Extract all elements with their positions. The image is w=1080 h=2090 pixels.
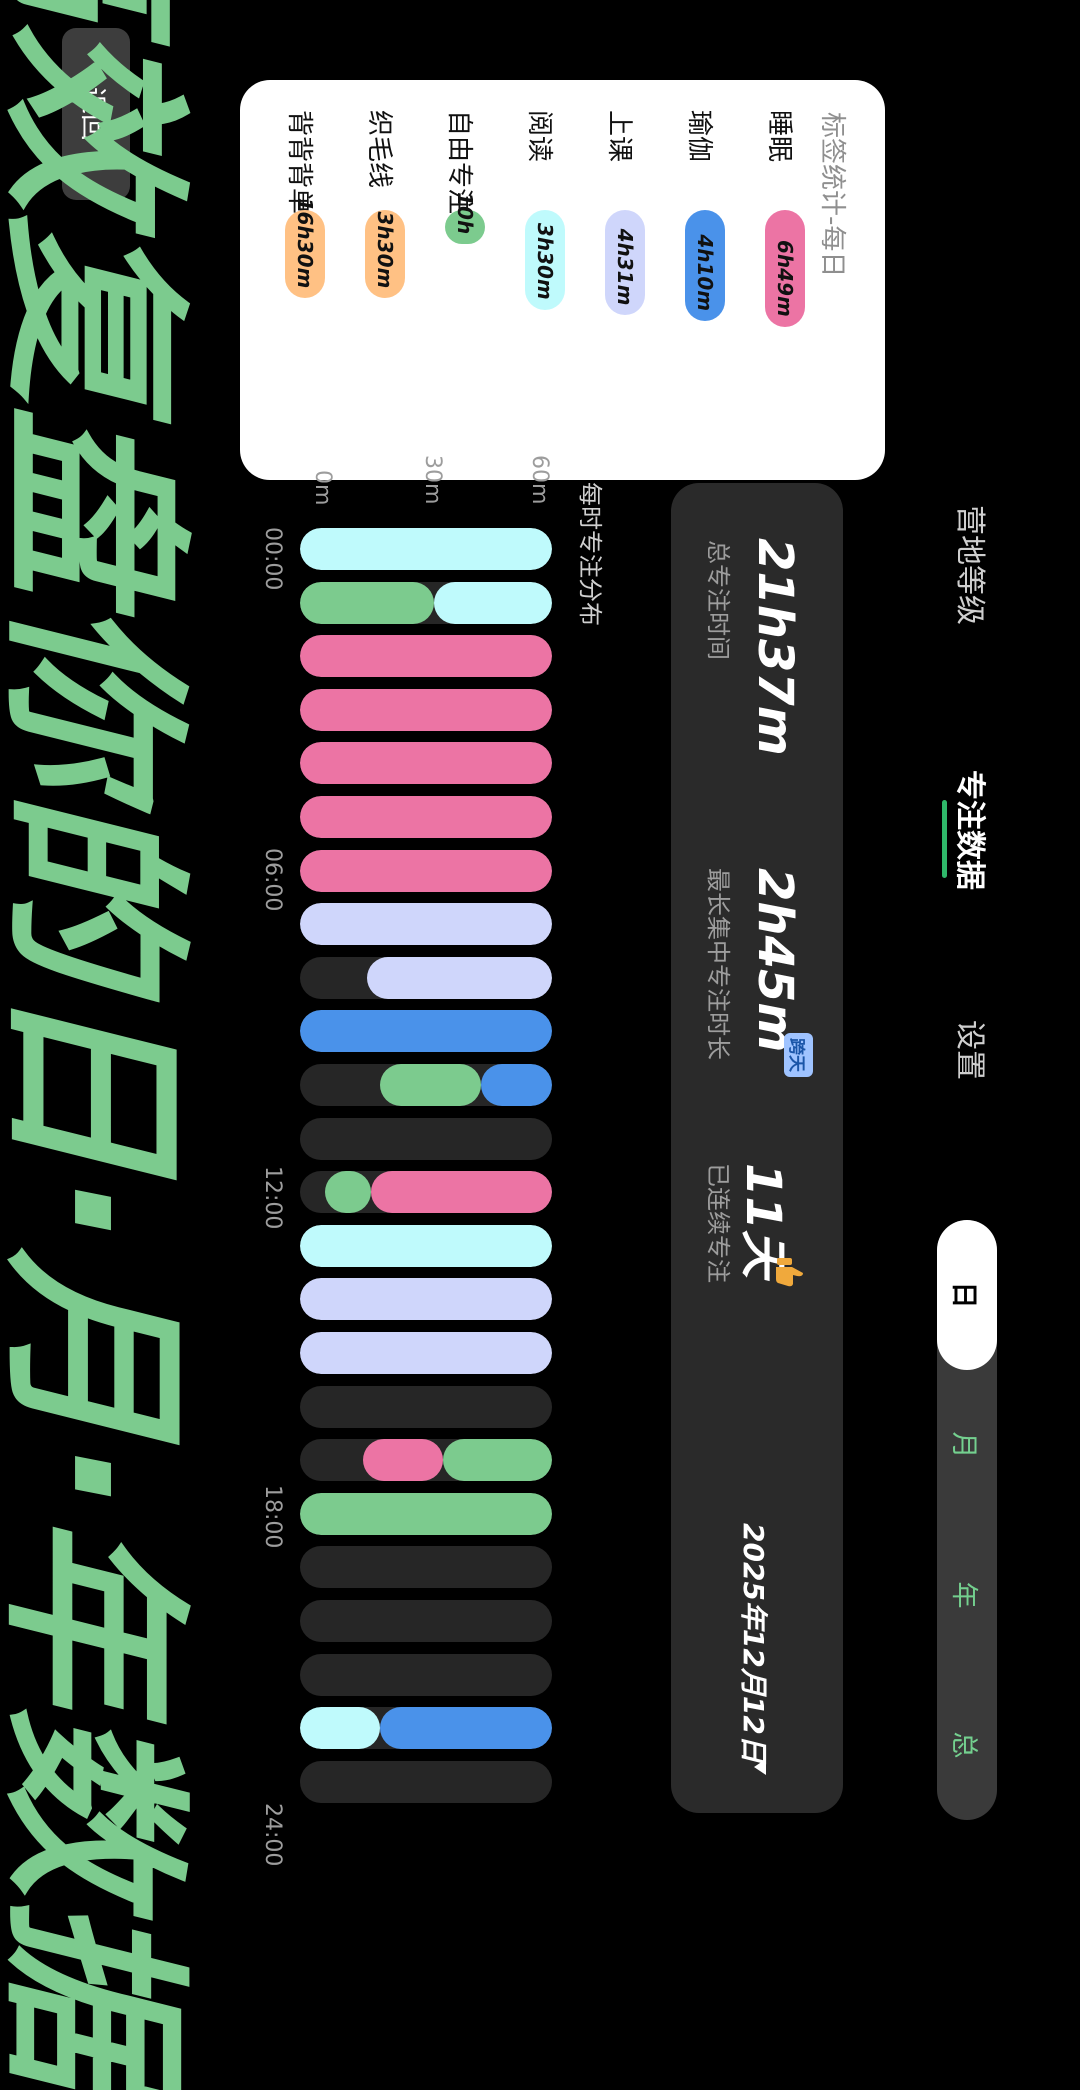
tag-duration-bar: 10h [445,192,485,245]
tag-duration-bar: 3h30m [365,210,405,299]
hour-bar-segment [300,528,552,570]
hour-column-22 [300,1707,552,1750]
hour-bar-segment [300,1278,552,1321]
thumbs-up-icon [773,1255,807,1289]
hour-column-06 [300,849,552,892]
hour-bar-segment [300,635,552,678]
rotated-app-stage: 返回 营地等级 专注数据 设置 日 月 年 总 标签统计-每日 睡眠 6h49m 瑜… [0,0,1080,2090]
tag-duration-bar: 4h31m [605,210,645,316]
tag-name: 睡眠 [764,110,794,163]
x-tick-2400: 24:00 [260,1803,285,1867]
x-tick-0600: 06:00 [260,848,285,912]
period-month[interactable]: 月 [937,1370,997,1520]
y-tick-0m: 0m [310,470,335,506]
tag-row: 自由专注 10h [435,80,495,480]
hour-bar-segment [480,1064,552,1106]
date-selector[interactable]: 2025年12月12日 [735,1523,775,1763]
tag-duration-bar: 16h30m [285,198,325,299]
hour-column-04 [300,742,552,785]
active-tab-indicator [942,800,947,878]
hour-column-21 [300,1653,552,1696]
hour-column-23 [300,1760,552,1803]
hour-column-11 [300,1117,552,1160]
hour-column-07 [300,903,552,946]
x-tick-1200: 12:00 [260,1166,285,1230]
hour-column-20 [300,1600,552,1642]
hour-column-00 [300,528,552,570]
period-year[interactable]: 年 [937,1520,997,1670]
hour-bar-segment [325,1171,372,1214]
tag-duration-bar: 3h30m [525,210,565,310]
period-switcher: 日 月 年 总 [937,1220,997,1820]
period-total[interactable]: 总 [937,1670,997,1820]
caret-down-icon[interactable] [749,1755,773,1779]
hour-column-10 [300,1064,552,1106]
tag-row: 织毛线 3h30m [355,80,415,480]
hour-column-13 [300,1224,552,1267]
cross-day-badge: 跨天 [784,1033,813,1077]
hour-bar-segment [379,1064,481,1106]
hour-bar-segment [300,1707,380,1750]
period-day[interactable]: 日 [937,1220,997,1370]
tag-name: 阅读 [524,110,554,163]
longest-focus-label: 最长集中专注时长 [704,868,732,1060]
hour-bar-segment [367,956,552,999]
tag-row: 瑜伽 4h10m [675,80,735,480]
tag-duration-bar: 6h49m [765,210,805,327]
tag-name: 瑜伽 [684,110,714,163]
tag-row: 阅读 3h30m [515,80,575,480]
promo-headline: 高效复盘你的日·月·年数据 [0,0,204,2090]
hour-column-14 [300,1278,552,1321]
x-tick-0000: 00:00 [260,527,285,591]
x-tick-1800: 18:00 [260,1485,285,1549]
hour-bar-segment [300,1492,552,1535]
tag-row: 上课 4h31m [595,80,655,480]
tag-row: 睡眠 6h49m [755,80,815,480]
hour-column-17 [300,1439,552,1482]
hour-bar-segment [300,1332,552,1374]
hour-column-19 [300,1546,552,1589]
tag-name: 上课 [604,110,634,163]
hour-bar-segment [300,1010,552,1053]
hour-bar-segment [300,581,435,624]
hour-column-03 [300,688,552,731]
hour-bar-segment [300,688,552,731]
hour-bar-segment [300,903,552,946]
tag-row: 背背背单词 16h30m [275,80,335,480]
hour-bar-segment [300,849,552,892]
tab-settings[interactable]: 设置 [951,1020,995,1080]
hour-bar-segment [300,742,552,785]
y-tick-30m: 30m [420,455,445,505]
hour-column-12 [300,1171,552,1214]
hour-column-08 [300,956,552,999]
hour-bar-segment [300,796,552,838]
hour-bar-segment [300,1224,552,1267]
tag-stats-panel: 标签统计-每日 睡眠 6h49m 瑜伽 4h10m 上课 4h31m 阅读 3h30m 自由专注… [240,80,885,480]
hour-bar-segment [363,1439,443,1482]
hour-column-15 [300,1332,552,1374]
hour-column-05 [300,796,552,838]
tab-focus-data[interactable]: 专注数据 [951,770,995,890]
hour-column-09 [300,1010,552,1053]
total-focus-label: 总专注时间 [704,540,732,660]
hour-column-01 [300,581,552,624]
longest-focus-value: 2h45m [747,868,803,1053]
tag-stats-title: 标签统计-每日 [817,112,847,278]
summary-card: 21h37m 总专注时间 2h45m 跨天 最长集中专注时长 11天 已连续专注… [671,483,843,1813]
total-focus-value: 21h37m [747,538,803,756]
hour-column-02 [300,635,552,678]
hour-column-18 [300,1492,552,1535]
tag-duration-bar: 4h10m [685,210,725,322]
hourly-chart-title: 每时专注分布 [576,482,604,626]
hour-bar-segment [434,581,552,624]
hour-bar-segment [442,1439,552,1482]
y-tick-60m: 60m [527,455,552,505]
streak-label: 已连续专注 [704,1163,732,1283]
hour-bar-segment [371,1171,552,1214]
tag-name: 织毛线 [364,110,394,189]
hour-column-16 [300,1385,552,1428]
hour-bar-segment [379,1707,552,1750]
tab-camp-level[interactable]: 营地等级 [951,505,995,625]
